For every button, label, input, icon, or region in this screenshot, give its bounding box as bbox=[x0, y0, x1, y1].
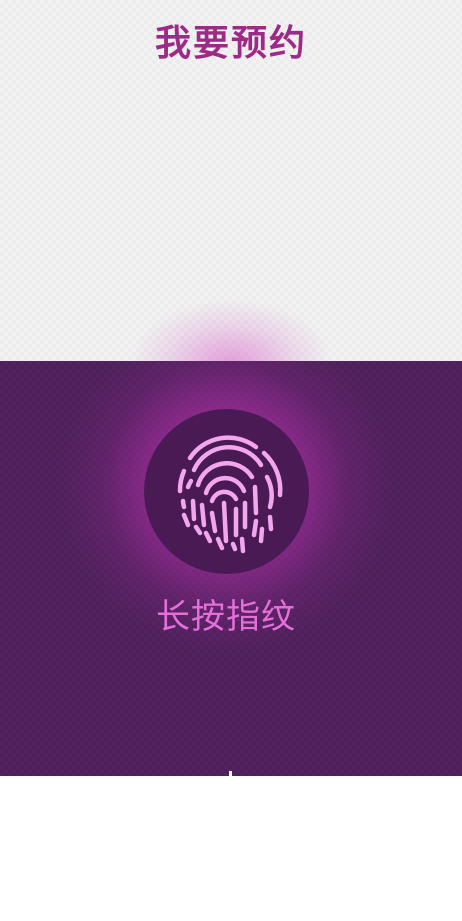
header-area: 我要预约 bbox=[0, 0, 462, 361]
page-title: 我要预约 bbox=[154, 23, 307, 64]
scroll-indicator bbox=[229, 771, 232, 776]
glow-spill bbox=[131, 300, 331, 361]
fingerprint-icon bbox=[177, 435, 283, 554]
fingerprint-button[interactable] bbox=[144, 409, 309, 574]
screen: 我要预约 长按指纹 bbox=[0, 0, 462, 921]
fingerprint-panel: 长按指纹 bbox=[0, 361, 462, 776]
long-press-hint: 长按指纹 bbox=[156, 597, 296, 637]
